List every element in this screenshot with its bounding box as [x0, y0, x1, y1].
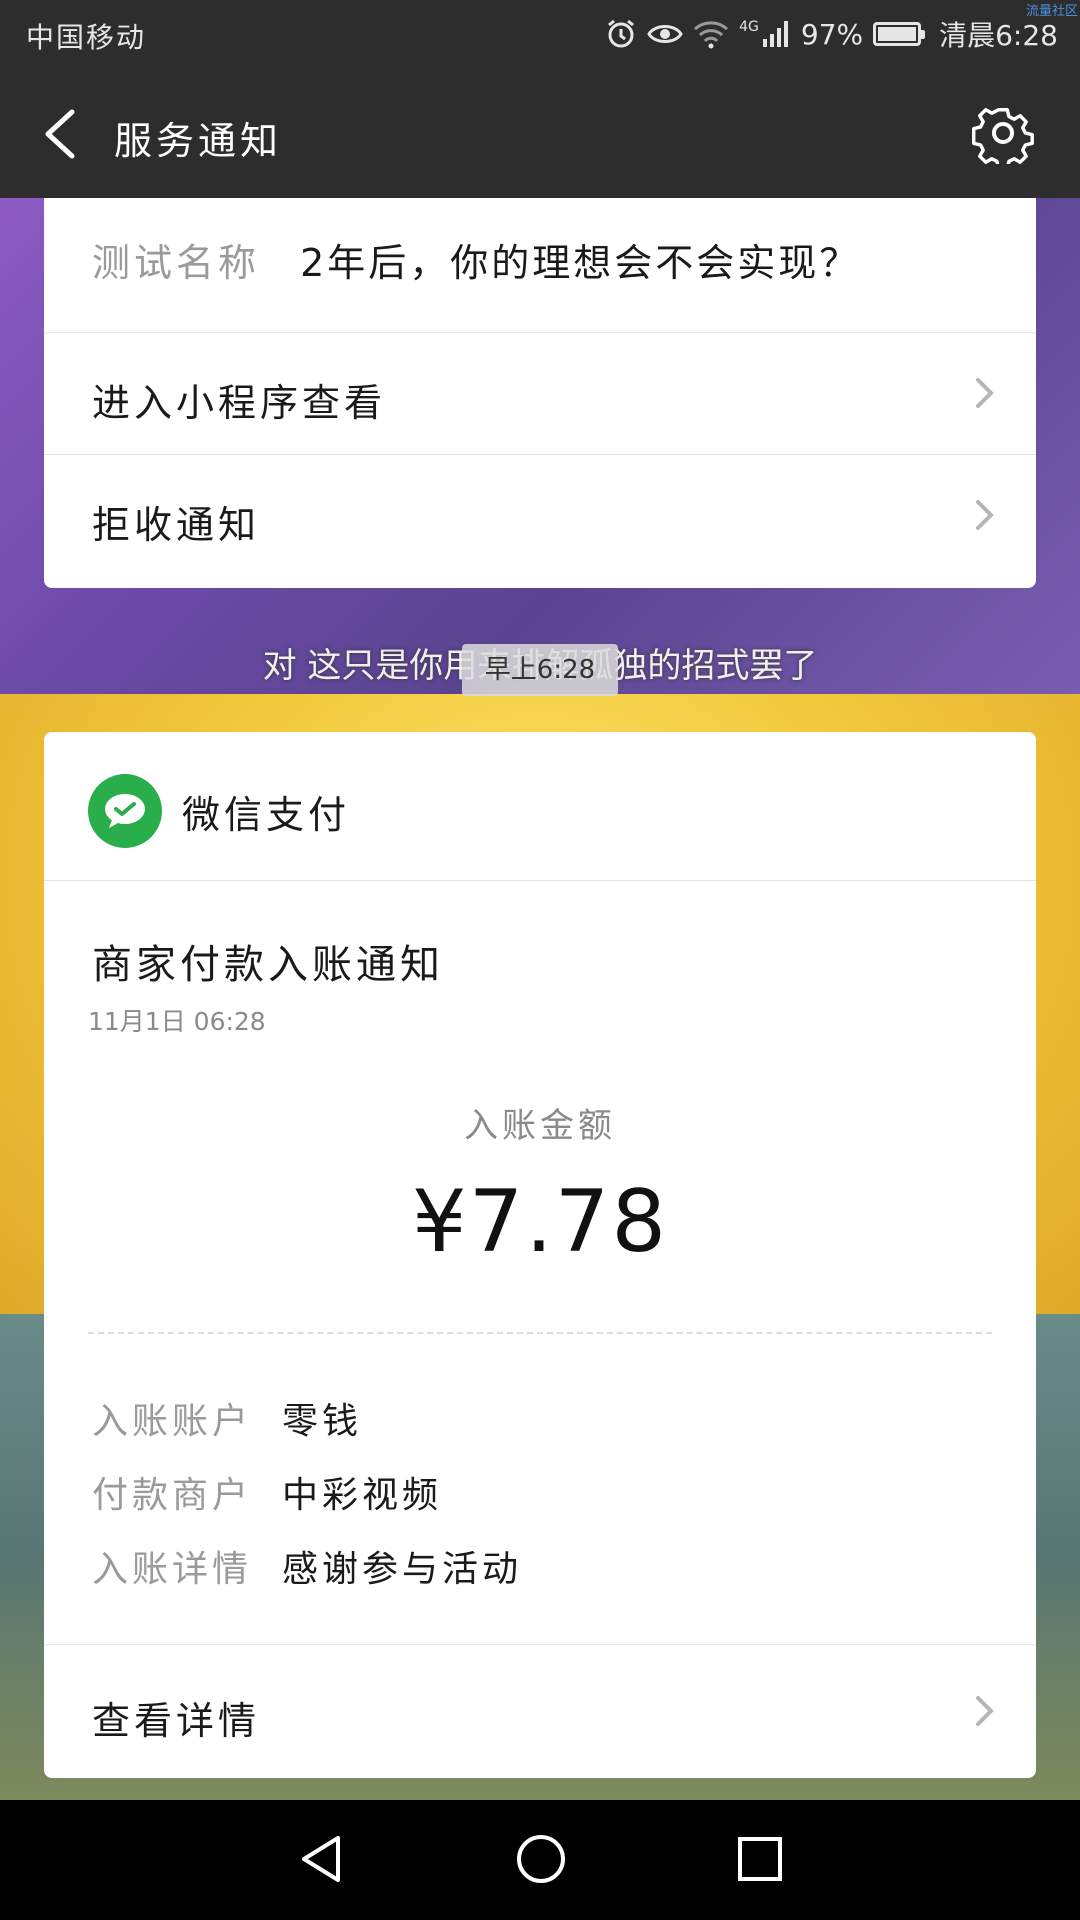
settings-gear-icon[interactable]	[972, 102, 1034, 164]
carrier-name: 中国移动	[26, 21, 147, 54]
amount-label: 入账金额	[464, 1106, 616, 1146]
pay-brand-name: 微信支付	[182, 792, 351, 837]
message-timestamp: 早上6:28	[462, 644, 618, 696]
open-miniprogram-button[interactable]: 进入小程序查看	[44, 332, 1036, 454]
view-details-button[interactable]: 查看详情	[44, 1644, 1036, 1778]
network-type: 4G	[739, 19, 759, 35]
amount-value: ¥7.78	[411, 1172, 669, 1272]
nav-bar: 服务通知	[0, 68, 1080, 198]
signal-icon	[762, 21, 788, 47]
alarm-icon	[608, 19, 635, 48]
detail-value: 零钱	[282, 1401, 363, 1442]
divider	[44, 880, 1036, 881]
recents-square-icon[interactable]	[736, 1832, 784, 1886]
reject-notifications-button[interactable]: 拒收通知	[44, 454, 1036, 576]
eye-comfort-icon	[647, 25, 683, 43]
detail-row-description: 入账详情 感谢参与活动	[92, 1540, 522, 1592]
test-name-value: 2年后，你的理想会不会实现？	[300, 241, 861, 285]
notice-time: 11月1日 06:28	[88, 1007, 266, 1036]
back-triangle-icon[interactable]	[296, 1832, 346, 1886]
notice-title: 商家付款入账通知	[92, 942, 444, 988]
test-name-row: 测试名称 2年后，你的理想会不会实现？	[92, 232, 860, 287]
view-details-label: 查看详情	[92, 1699, 261, 1743]
detail-value: 中彩视频	[282, 1475, 443, 1516]
test-name-label: 测试名称	[92, 241, 261, 285]
pay-card-header: 微信支付	[88, 774, 350, 848]
wifi-icon	[694, 21, 729, 49]
clock: 清晨6:28	[939, 19, 1058, 52]
back-arrow-icon[interactable]	[36, 106, 88, 162]
chevron-right-icon	[976, 1696, 994, 1726]
chevron-right-icon	[976, 378, 994, 408]
dashed-divider	[88, 1332, 992, 1334]
wechat-pay-card[interactable]: 微信支付 商家付款入账通知 11月1日 06:28 入账金额 ¥7.78 入账账…	[44, 732, 1036, 1778]
wechat-pay-logo-icon	[88, 774, 162, 848]
battery-percent: 97%	[800, 17, 864, 51]
detail-value: 感谢参与活动	[282, 1549, 523, 1590]
chevron-right-icon	[976, 500, 994, 530]
detail-row-merchant: 付款商户 中彩视频	[92, 1466, 442, 1518]
detail-key: 入账详情	[92, 1549, 253, 1590]
detail-key: 付款商户	[92, 1475, 253, 1516]
reject-notifications-label: 拒收通知	[92, 503, 261, 547]
page-title: 服务通知	[114, 119, 283, 163]
home-circle-icon[interactable]	[514, 1832, 568, 1886]
status-bar: 中国移动 流量社区 4G 97% 清晨6:28	[0, 0, 1080, 68]
battery-icon	[873, 22, 926, 46]
system-navigation-bar	[0, 1800, 1080, 1920]
detail-key: 入账账户	[92, 1401, 253, 1442]
open-miniprogram-label: 进入小程序查看	[92, 381, 387, 425]
detail-row-account: 入账账户 零钱	[92, 1392, 362, 1444]
miniprogram-notice-card: 测试名称 2年后，你的理想会不会实现？ 进入小程序查看 拒收通知	[44, 198, 1036, 588]
